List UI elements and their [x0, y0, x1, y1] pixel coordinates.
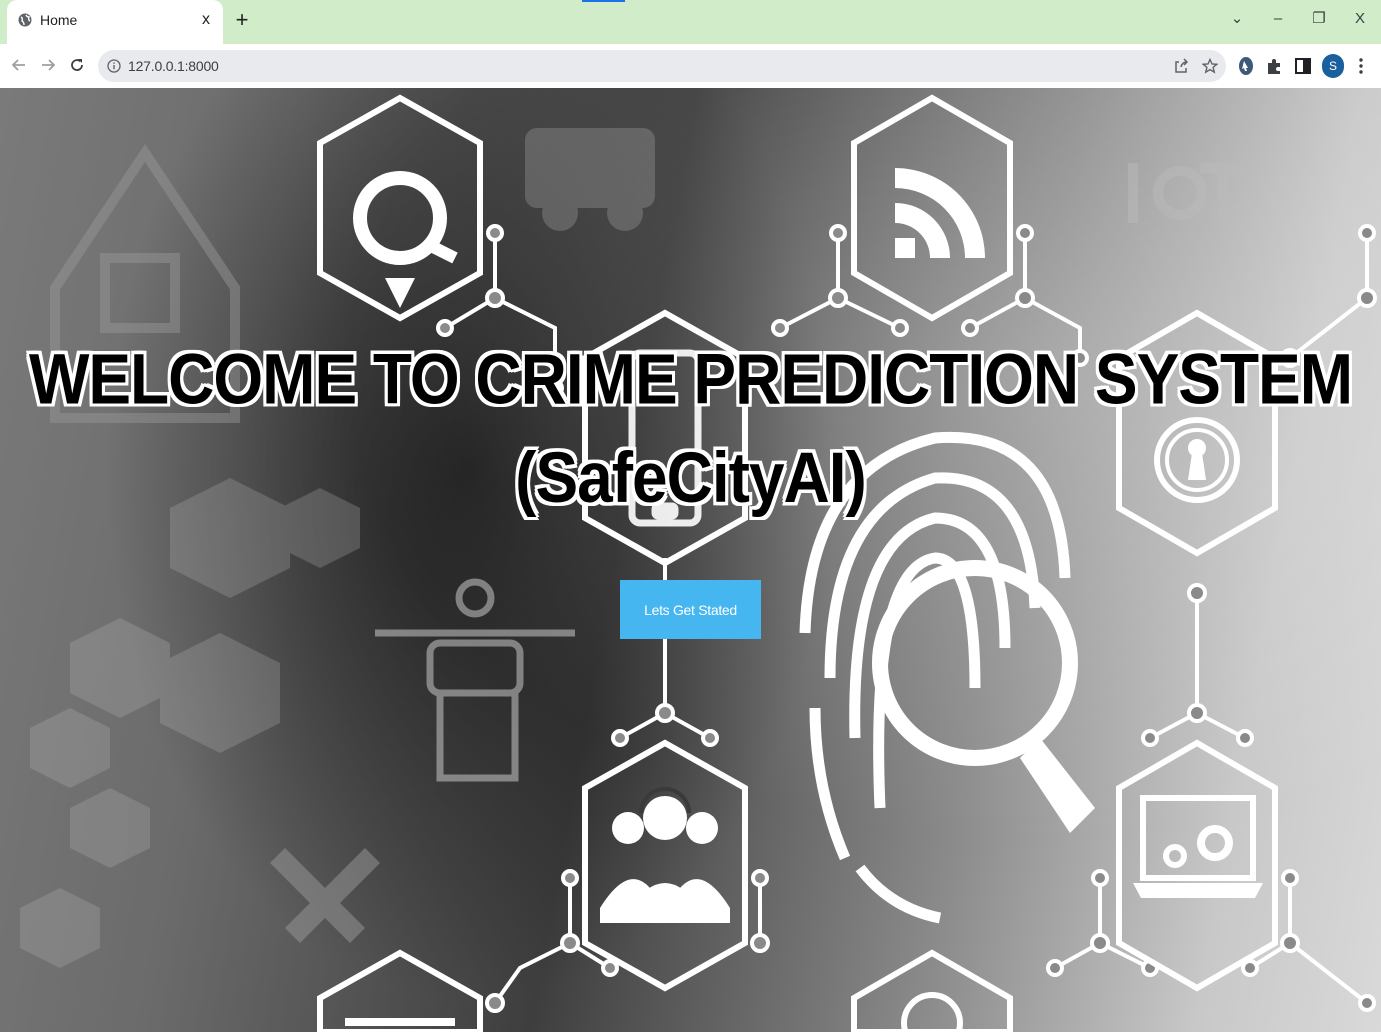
address-bar[interactable]: 127.0.0.1:8000 — [98, 50, 1226, 82]
url-text[interactable]: 127.0.0.1:8000 — [128, 58, 219, 74]
tab-title: Home — [40, 12, 78, 28]
hero-background-graphic — [0, 88, 1381, 1032]
hero-title-line2: (SafeCityAI) — [515, 436, 867, 518]
tab-close-button[interactable]: x — [197, 11, 215, 29]
browser-window: Home x + ⌄ – ❐ X 127.0.0.1:8000 S WELCOM… — [0, 0, 1381, 1032]
restore-button[interactable]: ❐ — [1304, 8, 1334, 30]
hero-title: WELCOME TO CRIME PREDICTION SYSTEM (Safe… — [0, 329, 1381, 526]
globe-icon — [18, 13, 32, 27]
back-button[interactable] — [8, 54, 30, 76]
bookmark-star-icon[interactable] — [1202, 58, 1218, 74]
tab-search-button[interactable]: ⌄ — [1222, 8, 1252, 30]
forward-button[interactable] — [37, 54, 59, 76]
reload-button[interactable] — [66, 54, 88, 76]
browser-toolbar: 127.0.0.1:8000 S — [0, 44, 1381, 89]
minimize-button[interactable]: – — [1263, 8, 1293, 30]
menu-kebab-icon[interactable] — [1351, 56, 1371, 76]
hero-title-line1: WELCOME TO CRIME PREDICTION SYSTEM — [28, 338, 1353, 420]
tab-home[interactable]: Home x — [7, 0, 223, 44]
new-tab-button[interactable]: + — [232, 9, 252, 31]
back-arrow-icon — [11, 59, 25, 71]
tab-strip: Home x + ⌄ – ❐ X — [0, 0, 1381, 44]
profile-avatar[interactable]: S — [1322, 54, 1344, 78]
share-icon[interactable] — [1173, 58, 1189, 74]
reload-icon — [71, 59, 83, 71]
extension-icon[interactable] — [1236, 56, 1256, 76]
close-window-button[interactable]: X — [1345, 8, 1375, 30]
forward-arrow-icon — [42, 59, 56, 71]
puzzle-icon[interactable] — [1265, 56, 1285, 76]
hero-section: WELCOME TO CRIME PREDICTION SYSTEM (Safe… — [0, 88, 1381, 1032]
info-icon[interactable] — [107, 59, 121, 73]
side-panel-icon[interactable] — [1293, 56, 1313, 76]
tabstrip-accent — [582, 0, 625, 2]
get-started-button[interactable]: Lets Get Stated — [620, 580, 761, 639]
